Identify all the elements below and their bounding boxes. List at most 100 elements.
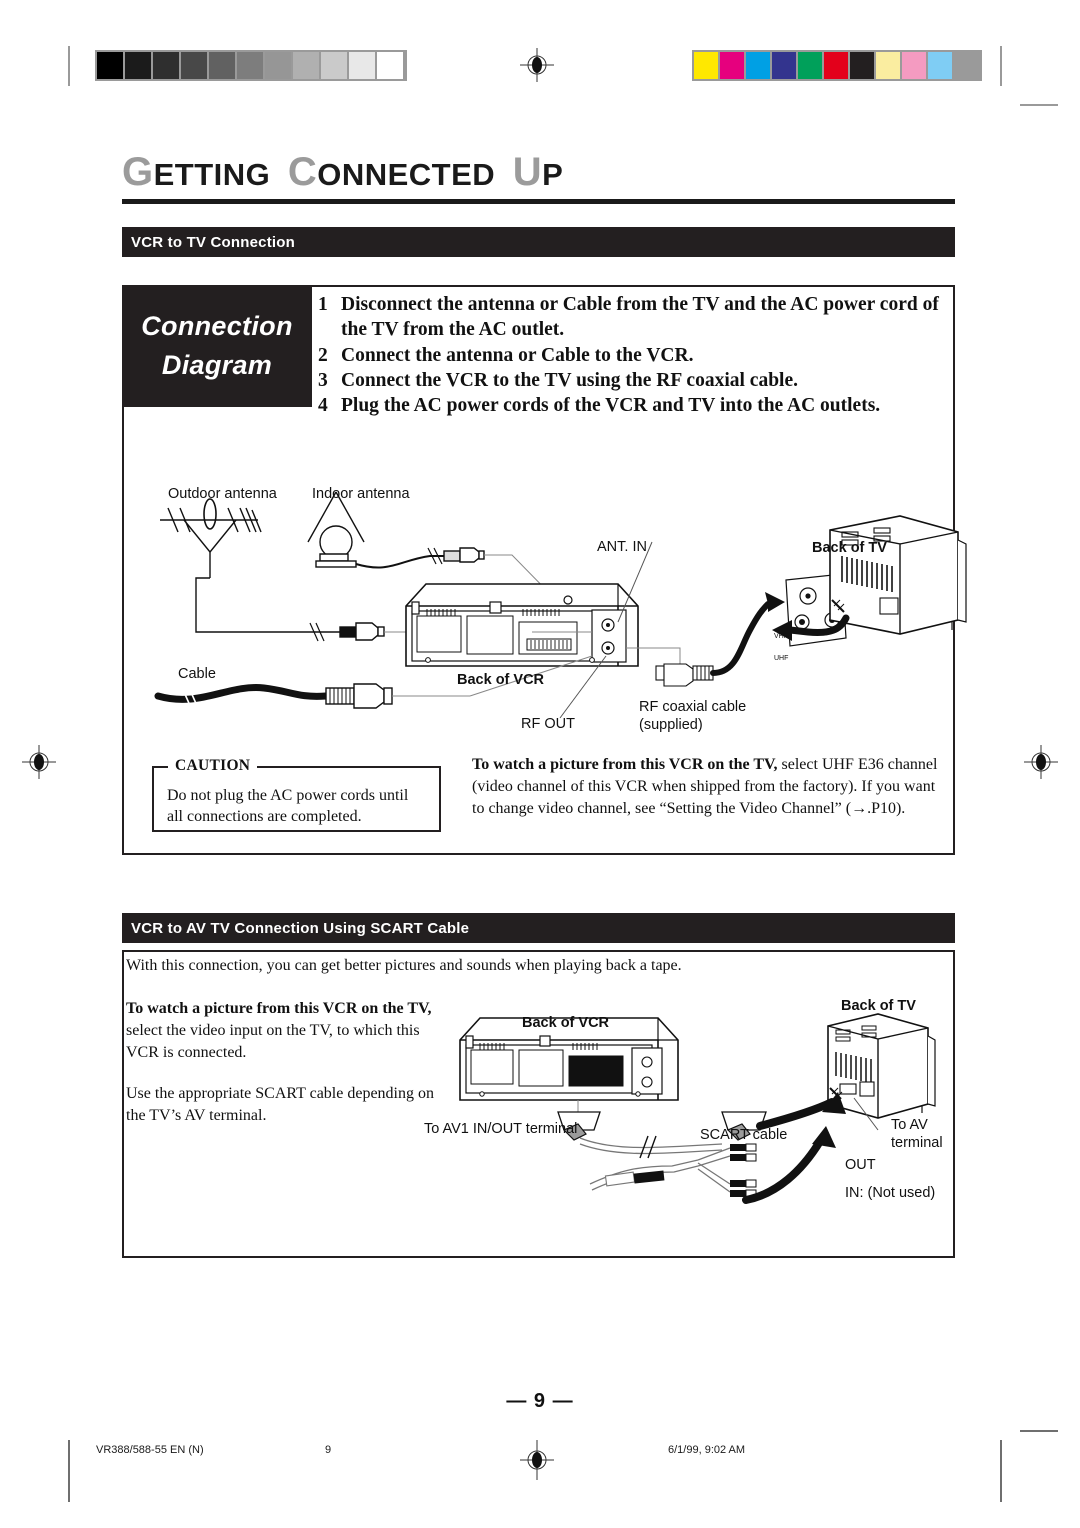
step-item: 3 Connect the VCR to the TV using the RF … [318,368,940,393]
section2-note2-text: Use the appropriate SCART cable dependin… [126,1085,434,1124]
grayscale-patch [265,52,293,79]
step-text: Connect the antenna or Cable to the VCR. [341,344,694,366]
label-av1-terminal: To AV1 IN/OUT terminal [424,1121,578,1137]
label-back-of-tv-scart: Back of TV [841,998,916,1014]
label-rf-out: RF OUT [521,716,575,732]
vcr-to-tv-connection-diagram [140,470,967,740]
label-in-not-used: IN: (Not used) [845,1185,936,1201]
title-word-3: P [542,157,564,192]
crop-mark-right-upper [1020,104,1058,106]
grayscale-patch [377,52,405,79]
label-to-av-1: To AV [891,1117,928,1133]
label-indoor-antenna: Indoor antenna [312,486,410,502]
label-cable: Cable [178,666,216,682]
step-item: 1 Disconnect the antenna or Cable from th… [318,292,940,343]
title-underline-rule [122,199,955,204]
step-number: 2 [318,344,328,366]
grayscale-patch [181,52,209,79]
label-back-of-vcr-scart: Back of VCR [522,1015,610,1031]
color-patch [694,52,720,79]
step-item: 4 Plug the AC power cords of the VCR and … [318,393,940,418]
label-out: OUT [845,1157,876,1173]
color-patch [850,52,876,79]
section2-note: To watch a picture from this VCR on the … [126,998,438,1063]
label-to-av-2: terminal [891,1135,943,1151]
section-header-bar-vcr-to-tv: VCR to TV Connection [122,227,955,257]
page-title: GETTING CONNECTED UP [122,150,563,195]
registration-target-icon-left [22,745,56,779]
step-number: 3 [318,370,328,392]
crop-mark-left-top [68,46,70,86]
label-terminal-uhf: UHF [774,655,789,662]
rf-plug-outdoor [339,622,385,641]
color-patch [746,52,772,79]
step-item: 2 Connect the antenna or Cable to the VCR… [318,343,940,368]
step-text: Disconnect the antenna or Cable from the… [341,294,939,341]
label-outdoor-antenna: Outdoor antenna [168,486,277,502]
title-word-2: ONNECTED [317,157,496,192]
section2-note2: Use the appropriate SCART cable dependin… [126,1083,438,1127]
title-initial-2: C [287,150,318,194]
rf-plug-indoor [443,547,485,563]
section1-note-lead: To watch a picture from this VCR on the … [472,756,778,773]
section1-note: To watch a picture from this VCR on the … [472,754,940,819]
step-text: Connect the VCR to the TV using the RF c… [341,370,798,392]
color-calibration-strip [692,50,982,81]
section2-note-lead: To watch a picture from this VCR on the … [126,1000,432,1017]
registration-target-icon-bottom [520,1440,554,1480]
grayscale-patch [237,52,265,79]
label-rf-coaxial-cable: RF coaxial cable [639,699,747,715]
registration-target-icon-right [1024,745,1058,779]
label-terminal-vhf: VHF [774,633,788,640]
registration-target-icon-top [520,48,554,82]
crop-mark-right-top [1000,46,1002,86]
title-initial-1: G [122,150,154,194]
color-patch [720,52,746,79]
grayscale-patch [153,52,181,79]
footer-rule-left [68,1440,70,1502]
label-rf-coaxial-supplied: (supplied) [639,717,703,733]
connection-steps-list: 1 Disconnect the antenna or Cable from th… [318,292,940,419]
footer-doc-page: 9 [325,1444,332,1456]
rca-plug-out [730,1143,757,1162]
step-text: Plug the AC power cords of the VCR and T… [341,395,881,417]
section2-intro: With this connection, you can get better… [126,955,946,977]
color-patch [798,52,824,79]
title-word-1: ETTING [153,157,271,192]
caution-body: Do not plug the AC power cords until all… [167,787,409,826]
section2-note-rest: select the video input on the TV, to whi… [126,1021,420,1061]
vcr-rear-illustration [405,583,639,667]
step-number: 4 [318,395,328,417]
grayscale-patch [349,52,377,79]
grayscale-calibration-strip [95,50,407,81]
page-number: — 9 — [506,1390,574,1412]
color-patch [824,52,850,79]
footer-rule-top-right [1020,1430,1058,1432]
label-ant-in: ANT. IN [597,539,647,555]
label-back-of-vcr: Back of VCR [457,672,545,688]
color-patch [902,52,928,79]
grayscale-patch [293,52,321,79]
callout-line-1: Connection [141,310,293,341]
color-patch [876,52,902,79]
footer-rule-right [1000,1440,1002,1502]
color-patch [772,52,798,79]
section-header-label: VCR to TV Connection [131,233,295,251]
label-back-of-tv: Back of TV [812,540,887,556]
caution-title: CAUTION [168,757,258,775]
caution-box: CAUTION Do not plug the AC power cords u… [152,757,441,832]
grayscale-patch [209,52,237,79]
grayscale-patch [125,52,153,79]
grayscale-patch [321,52,349,79]
outdoor-antenna-icon [160,498,262,578]
color-patch [954,52,980,79]
indoor-antenna-icon [307,491,365,568]
connection-diagram-callout: Connection Diagram [122,285,312,407]
step-number: 1 [318,294,328,315]
rf-coaxial-cable [626,592,785,687]
section-header-bar-scart: VCR to AV TV Connection Using SCART Cabl… [122,913,955,943]
section-header-label-scart: VCR to AV TV Connection Using SCART Cabl… [131,919,470,937]
color-patch [928,52,954,79]
label-scart-cable: SCART cable [700,1127,788,1143]
footer-timestamp: 6/1/99, 9:02 AM [668,1444,746,1456]
